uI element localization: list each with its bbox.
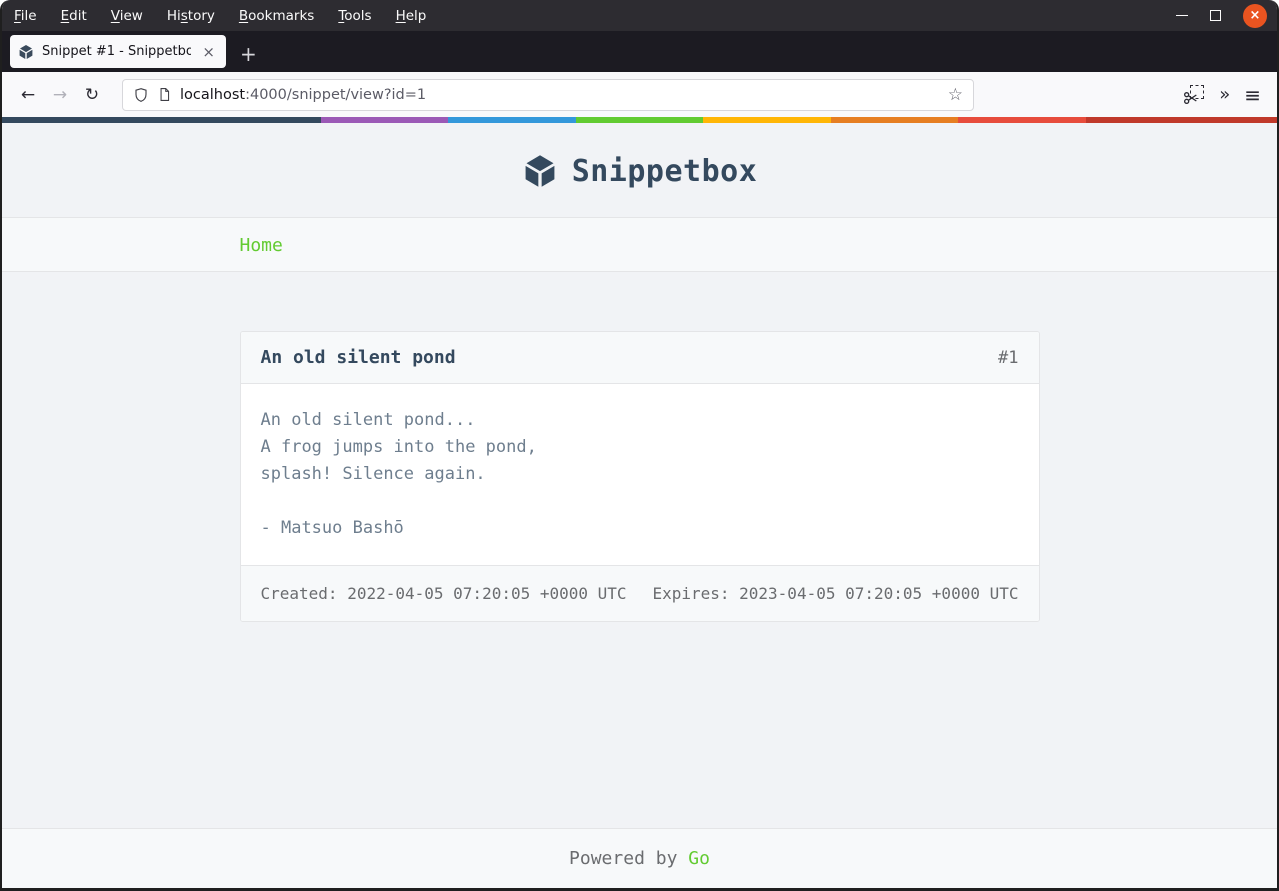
toolbar-icons: » ≡	[1183, 83, 1267, 107]
menu-view[interactable]: View	[99, 0, 155, 31]
navigation-toolbar: ← → ↻ localhost:4000/snippet/view?id=1 ☆	[2, 72, 1277, 117]
snippet-expires: Expires: 2023-04-05 07:20:05 +0000 UTC	[652, 584, 1019, 603]
snippet-id-badge: #1	[998, 347, 1019, 368]
snippet-title: An old silent pond	[260, 347, 456, 368]
tab-snippetbox[interactable]: Snippet #1 - Snippetbox ×	[10, 35, 226, 68]
snippet-created: Created: 2022-04-05 07:20:05 +0000 UTC	[260, 584, 627, 603]
menu-edit[interactable]: Edit	[49, 0, 99, 31]
menu-tools[interactable]: Tools	[326, 0, 383, 31]
site-nav: Home	[2, 218, 1277, 272]
hamburger-menu-icon[interactable]: ≡	[1244, 83, 1261, 107]
snippet-content: An old silent pond... A frog jumps into …	[240, 384, 1039, 565]
favicon-box-icon	[18, 44, 34, 60]
footer-text: Powered by	[569, 848, 678, 869]
maximize-button[interactable]	[1210, 10, 1221, 21]
nav-link-home[interactable]: Home	[240, 235, 283, 256]
page-content: Snippetbox Home An old silent pond #1 An…	[2, 123, 1277, 888]
menu-file[interactable]: File	[2, 0, 49, 31]
main-area: An old silent pond #1 An old silent pond…	[2, 272, 1277, 828]
new-tab-button[interactable]: +	[240, 44, 257, 64]
browser-window: File Edit View History Bookmarks Tools H…	[0, 0, 1279, 891]
menubar: File Edit View History Bookmarks Tools H…	[2, 0, 1277, 31]
shield-icon[interactable]	[133, 87, 149, 103]
page-icon	[160, 88, 170, 101]
snippet-metadata: Created: 2022-04-05 07:20:05 +0000 UTC E…	[240, 565, 1039, 621]
url-bar[interactable]: localhost:4000/snippet/view?id=1 ☆	[122, 78, 974, 111]
window-controls: ×	[1176, 3, 1277, 28]
box-logo-icon	[522, 153, 558, 189]
tab-title: Snippet #1 - Snippetbox	[42, 44, 192, 59]
overflow-chevron-icon[interactable]: »	[1219, 84, 1230, 105]
menu-history[interactable]: History	[155, 0, 227, 31]
reload-icon[interactable]: ↻	[76, 79, 108, 111]
brand-name: Snippetbox	[571, 153, 758, 189]
menu-bookmarks[interactable]: Bookmarks	[227, 0, 326, 31]
screenshot-icon[interactable]	[1183, 84, 1205, 106]
bookmark-star-icon[interactable]: ☆	[948, 85, 963, 105]
tab-bar: Snippet #1 - Snippetbox × +	[2, 31, 1277, 72]
forward-icon: →	[52, 84, 68, 105]
url-text[interactable]: localhost:4000/snippet/view?id=1	[180, 87, 940, 103]
snippet-card-header: An old silent pond #1	[240, 332, 1039, 384]
menu-help[interactable]: Help	[384, 0, 439, 31]
site-footer: Powered by Go	[2, 828, 1277, 888]
footer-go-link[interactable]: Go	[688, 848, 710, 869]
brand-link[interactable]: Snippetbox	[522, 153, 758, 189]
snippet-card: An old silent pond #1 An old silent pond…	[239, 331, 1040, 622]
minimize-button[interactable]	[1176, 14, 1188, 17]
site-header: Snippetbox	[2, 123, 1277, 218]
close-button[interactable]: ×	[1243, 3, 1267, 28]
tab-close-icon[interactable]: ×	[199, 43, 218, 61]
back-icon[interactable]: ←	[12, 79, 44, 111]
